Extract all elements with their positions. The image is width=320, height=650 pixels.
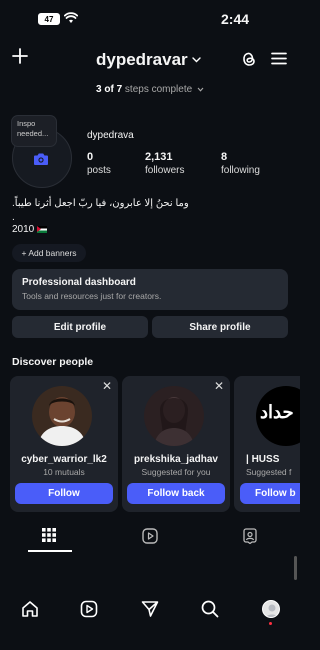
follow-back-button[interactable]: Follow back xyxy=(127,483,225,504)
tagged-tab-icon[interactable] xyxy=(242,528,258,544)
suggestion-avatar[interactable] xyxy=(32,386,92,446)
camera-icon[interactable] xyxy=(33,152,49,166)
edit-profile-button[interactable]: Edit profile xyxy=(12,316,148,338)
menu-icon[interactable] xyxy=(271,52,287,65)
following-stat[interactable]: 8 following xyxy=(221,151,260,176)
profile-steps-progress[interactable]: 3 of 7 steps complete xyxy=(0,84,300,95)
followers-stat[interactable]: 2,131 followers xyxy=(145,151,184,176)
add-banners-button[interactable]: + Add banners xyxy=(12,244,86,262)
bio-year-line: 2010 xyxy=(12,224,48,235)
suggestion-username[interactable]: prekshika_jadhav xyxy=(122,454,230,465)
active-tab-indicator xyxy=(28,550,72,552)
share-profile-button[interactable]: Share profile xyxy=(152,316,288,338)
bio-text: وما نحنُ إلا عابرون، فيا ربّ اجعل أثرنا … xyxy=(12,198,189,209)
posts-stat[interactable]: 0 posts xyxy=(87,151,111,176)
follow-back-button[interactable]: Follow b xyxy=(240,483,300,504)
battery-indicator: 47 xyxy=(38,13,60,25)
profile-tab-avatar[interactable] xyxy=(262,600,280,618)
create-plus-icon[interactable] xyxy=(12,48,28,64)
profile-display-name: dypedrava xyxy=(87,130,134,141)
note-bubble[interactable]: Inspo needed... xyxy=(12,116,56,146)
suggestion-username[interactable]: | HUSS xyxy=(246,454,300,465)
direct-message-icon[interactable] xyxy=(141,600,159,618)
scrollbar[interactable] xyxy=(294,556,297,580)
close-icon[interactable]: ✕ xyxy=(214,379,224,393)
bio-year: 2010 xyxy=(12,224,35,235)
threads-icon[interactable] xyxy=(240,50,258,68)
flag-icon xyxy=(37,226,48,233)
chevron-down-icon xyxy=(191,57,201,63)
posts-count: 0 xyxy=(87,151,94,163)
bio-dot: . xyxy=(12,212,15,223)
grid-icon[interactable] xyxy=(42,528,56,542)
account-switcher[interactable]: dypedravar xyxy=(96,50,201,70)
suggestion-avatar[interactable]: حداد xyxy=(256,386,300,446)
suggestion-username[interactable]: cyber_warrior_lk2 xyxy=(10,454,118,465)
header-username: dypedravar xyxy=(96,50,188,69)
wifi-icon xyxy=(64,12,78,23)
suggestion-card[interactable]: ✕ prekshika_jadhav Suggested for you Fol… xyxy=(122,376,230,512)
followers-count: 2,131 xyxy=(145,151,173,163)
pro-dashboard-subtitle: Tools and resources just for creators. xyxy=(22,291,162,301)
suggestion-subtitle: Suggested f xyxy=(246,467,292,477)
suggestion-card[interactable]: حداد | HUSS Suggested f Follow b xyxy=(234,376,300,512)
home-icon[interactable] xyxy=(21,600,39,618)
suggestion-card[interactable]: ✕ cyber_warrior_lk2 10 mutuals Follow xyxy=(10,376,118,512)
posts-label: posts xyxy=(87,165,111,176)
follow-button[interactable]: Follow xyxy=(15,483,113,504)
status-bar: 47 2:44 xyxy=(0,0,300,38)
reels-icon[interactable] xyxy=(80,600,98,618)
close-icon[interactable]: ✕ xyxy=(102,379,112,393)
steps-count: 3 of 7 xyxy=(96,84,123,95)
notification-dot xyxy=(269,622,272,625)
suggestion-subtitle: Suggested for you xyxy=(141,467,211,477)
following-count: 8 xyxy=(221,151,228,163)
clock: 2:44 xyxy=(221,11,250,27)
suggestion-logo-text: حداد xyxy=(260,402,294,422)
steps-label: steps complete xyxy=(124,84,193,95)
search-icon[interactable] xyxy=(201,600,219,618)
suggestion-avatar[interactable] xyxy=(144,386,204,446)
suggestion-subtitle: 10 mutuals xyxy=(43,467,85,477)
following-label: following xyxy=(221,165,260,176)
discover-people-heading: Discover people xyxy=(12,356,94,368)
reels-tab-icon[interactable] xyxy=(142,528,158,544)
professional-dashboard[interactable]: Professional dashboard Tools and resourc… xyxy=(12,269,288,310)
pro-dashboard-title: Professional dashboard xyxy=(22,277,136,288)
followers-label: followers xyxy=(145,165,185,176)
chevron-down-icon xyxy=(197,87,204,92)
profile-header: dypedravar xyxy=(0,44,300,76)
